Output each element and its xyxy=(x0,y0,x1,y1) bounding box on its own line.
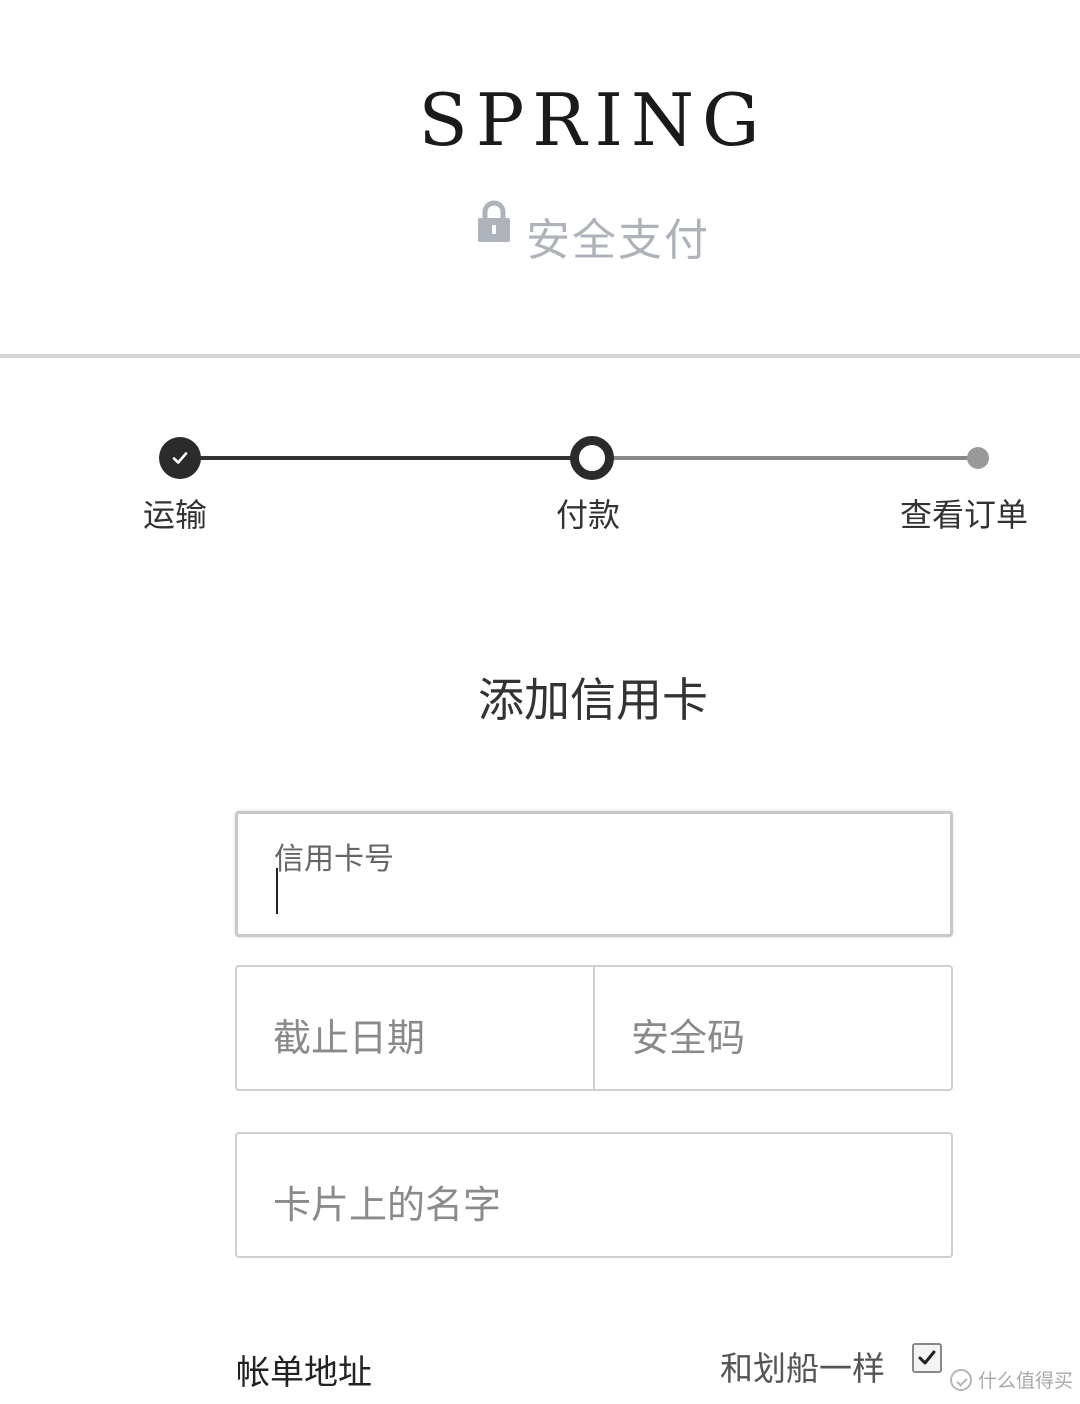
step-payment-marker xyxy=(570,436,614,480)
step-review-marker xyxy=(967,447,989,469)
watermark-logo-icon xyxy=(950,1368,972,1391)
text-cursor xyxy=(276,868,278,914)
watermark: 什么值得买 xyxy=(950,1366,1073,1393)
expiry-date-field[interactable]: 截止日期 xyxy=(237,967,593,1089)
billing-address-label: 帐单地址 xyxy=(236,1353,372,1393)
security-code-field[interactable]: 安全码 xyxy=(593,967,951,1089)
same-as-shipping-label[interactable]: 和划船一样 xyxy=(720,1342,885,1390)
progress-line-remaining xyxy=(592,456,978,460)
step-shipping-marker[interactable] xyxy=(159,437,201,479)
secure-payment-heading: 安全支付 xyxy=(476,200,710,268)
step-shipping-label[interactable]: 运输 xyxy=(143,490,207,536)
form-title: 添加信用卡 xyxy=(478,673,708,727)
check-icon xyxy=(172,452,188,464)
brand-logo: SPRING xyxy=(418,78,768,162)
cardholder-name-field[interactable]: 卡片上的名字 xyxy=(235,1132,953,1258)
card-number-label: 信用卡号 xyxy=(274,842,394,877)
card-number-field[interactable]: 信用卡号 xyxy=(235,811,953,937)
step-review-label: 查看订单 xyxy=(900,496,1029,534)
checkmark-icon xyxy=(918,1350,936,1365)
checkout-progress: 运输 付款 查看订单 xyxy=(0,430,1080,540)
watermark-text: 什么值得买 xyxy=(978,1370,1074,1392)
lock-icon xyxy=(478,200,510,242)
expiry-date-placeholder: 截止日期 xyxy=(273,1016,426,1060)
step-payment-label: 付款 xyxy=(556,496,621,534)
expiry-cvv-row: 截止日期 安全码 xyxy=(235,965,953,1091)
secure-payment-label: 安全支付 xyxy=(526,215,710,266)
security-code-placeholder: 安全码 xyxy=(631,1016,746,1060)
cardholder-name-placeholder: 卡片上的名字 xyxy=(273,1183,502,1227)
progress-line-completed xyxy=(180,456,592,460)
same-as-shipping-checkbox[interactable] xyxy=(912,1343,942,1373)
header-divider xyxy=(0,354,1080,358)
